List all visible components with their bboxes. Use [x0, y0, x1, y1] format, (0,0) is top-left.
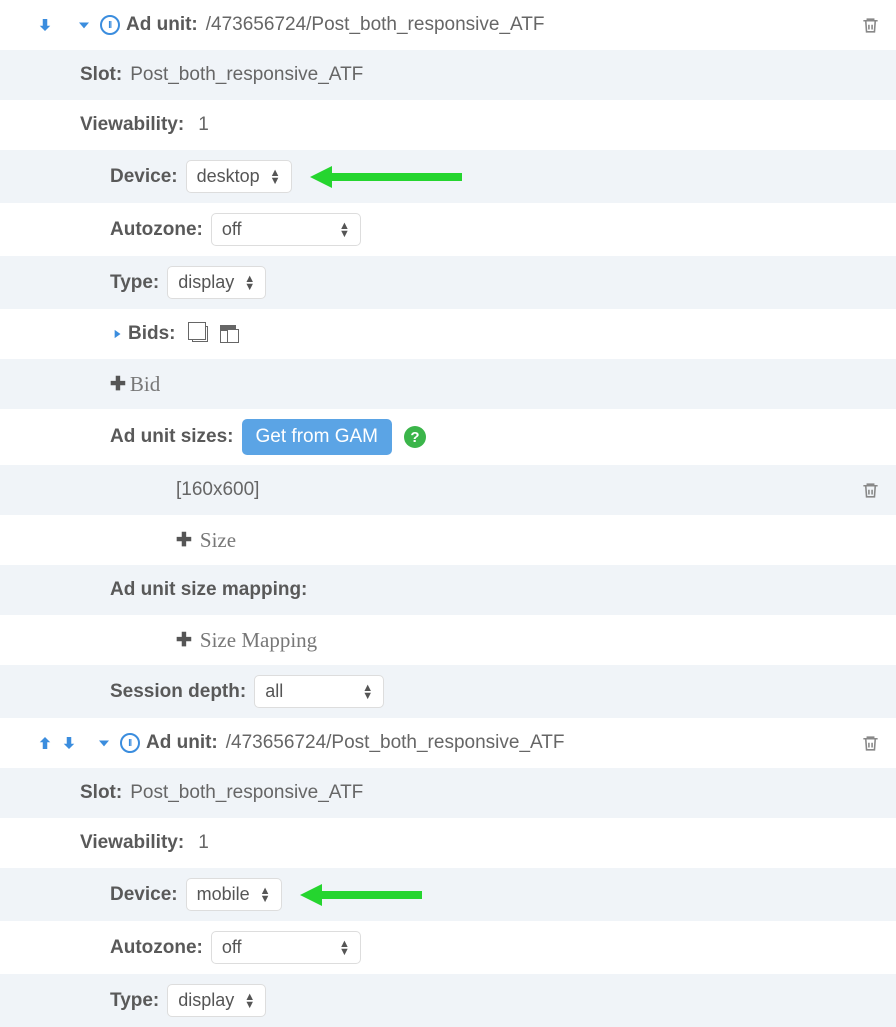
select-arrows-icon: ▲▼ — [244, 275, 255, 291]
slot-row: Slot: Post_both_responsive_ATF — [0, 50, 896, 100]
type-row: Type: display ▲▼ — [0, 974, 896, 1027]
pause-icon[interactable] — [100, 15, 120, 35]
device-select[interactable]: desktop ▲▼ — [186, 160, 292, 193]
autozone-select-value: off — [222, 219, 242, 240]
slot-value: Post_both_responsive_ATF — [130, 782, 363, 804]
type-label: Type: — [110, 272, 159, 294]
sizes-row: Ad unit sizes: Get from GAM ? — [0, 409, 896, 465]
select-arrows-icon: ▲▼ — [339, 940, 350, 956]
autozone-select-value: off — [222, 937, 242, 958]
plus-icon: ✚ — [176, 629, 192, 652]
trash-icon[interactable] — [861, 734, 880, 753]
type-select[interactable]: display ▲▼ — [167, 266, 266, 299]
ad-unit-header: Ad unit: /473656724/Post_both_responsive… — [0, 718, 896, 768]
trash-icon[interactable] — [861, 16, 880, 35]
device-label: Device: — [110, 884, 178, 906]
viewability-label: Viewability: — [80, 114, 184, 136]
select-arrows-icon: ▲▼ — [362, 684, 373, 700]
plus-icon: ✚ — [110, 373, 126, 396]
move-down-icon[interactable] — [60, 734, 78, 752]
help-icon[interactable]: ? — [404, 426, 426, 448]
type-label: Type: — [110, 990, 159, 1012]
autozone-select[interactable]: off ▲▼ — [211, 931, 361, 964]
select-arrows-icon: ▲▼ — [260, 887, 271, 903]
type-select-value: display — [178, 272, 234, 293]
viewability-row: Viewability: 1 — [0, 818, 896, 868]
annotation-arrow — [300, 884, 422, 906]
chevron-down-icon[interactable] — [94, 733, 114, 753]
ad-unit-label: Ad unit: — [146, 732, 218, 754]
add-size-mapping-row[interactable]: ✚ Size Mapping — [0, 615, 896, 665]
device-row: Device: desktop ▲▼ — [0, 150, 896, 203]
size-value: [160x600] — [176, 479, 259, 501]
add-size-mapping-label: Size Mapping — [200, 628, 317, 653]
autozone-row: Autozone: off ▲▼ — [0, 203, 896, 256]
add-size-label: Size — [200, 528, 236, 553]
ad-unit-header: Ad unit: /473656724/Post_both_responsive… — [0, 0, 896, 50]
ad-unit-path: /473656724/Post_both_responsive_ATF — [206, 14, 545, 36]
type-select-value: display — [178, 990, 234, 1011]
move-down-icon[interactable] — [36, 16, 54, 34]
viewability-label: Viewability: — [80, 832, 184, 854]
autozone-select[interactable]: off ▲▼ — [211, 213, 361, 246]
select-arrows-icon: ▲▼ — [339, 222, 350, 238]
type-row: Type: display ▲▼ — [0, 256, 896, 309]
slot-label: Slot: — [80, 64, 122, 86]
size-value-row: [160x600] — [0, 465, 896, 515]
paste-icon[interactable] — [220, 325, 236, 343]
slot-value: Post_both_responsive_ATF — [130, 64, 363, 86]
session-depth-select[interactable]: all ▲▼ — [254, 675, 384, 708]
copy-icon[interactable] — [192, 326, 208, 342]
autozone-row: Autozone: off ▲▼ — [0, 921, 896, 974]
device-row: Device: mobile ▲▼ — [0, 868, 896, 921]
ad-unit-label: Ad unit: — [126, 14, 198, 36]
select-arrows-icon: ▲▼ — [270, 169, 281, 185]
viewability-value: 1 — [198, 832, 209, 854]
device-select-value: mobile — [197, 884, 250, 905]
add-bid-label: Bid — [130, 372, 160, 397]
session-depth-row: Session depth: all ▲▼ — [0, 665, 896, 718]
device-select-value: desktop — [197, 166, 260, 187]
add-bid-row[interactable]: ✚ Bid — [0, 359, 896, 409]
device-label: Device: — [110, 166, 178, 188]
size-mapping-label: Ad unit size mapping: — [110, 579, 307, 601]
session-depth-value: all — [265, 681, 283, 702]
slot-label: Slot: — [80, 782, 122, 804]
trash-icon[interactable] — [861, 481, 880, 500]
move-up-icon[interactable] — [36, 734, 54, 752]
annotation-arrow — [310, 166, 462, 188]
session-depth-label: Session depth: — [110, 681, 246, 703]
sizes-label: Ad unit sizes: — [110, 426, 234, 448]
viewability-row: Viewability: 1 — [0, 100, 896, 150]
plus-icon: ✚ — [176, 529, 192, 552]
add-size-row[interactable]: ✚ Size — [0, 515, 896, 565]
pause-icon[interactable] — [120, 733, 140, 753]
chevron-right-icon[interactable] — [110, 327, 124, 341]
bids-label: Bids: — [128, 323, 176, 345]
ad-unit-path: /473656724/Post_both_responsive_ATF — [226, 732, 565, 754]
size-mapping-row: Ad unit size mapping: — [0, 565, 896, 615]
bids-row: Bids: — [0, 309, 896, 359]
viewability-value: 1 — [198, 114, 209, 136]
get-from-gam-button[interactable]: Get from GAM — [242, 419, 392, 455]
type-select[interactable]: display ▲▼ — [167, 984, 266, 1017]
autozone-label: Autozone: — [110, 219, 203, 241]
autozone-label: Autozone: — [110, 937, 203, 959]
chevron-down-icon[interactable] — [74, 15, 94, 35]
device-select[interactable]: mobile ▲▼ — [186, 878, 282, 911]
select-arrows-icon: ▲▼ — [244, 993, 255, 1009]
slot-row: Slot: Post_both_responsive_ATF — [0, 768, 896, 818]
